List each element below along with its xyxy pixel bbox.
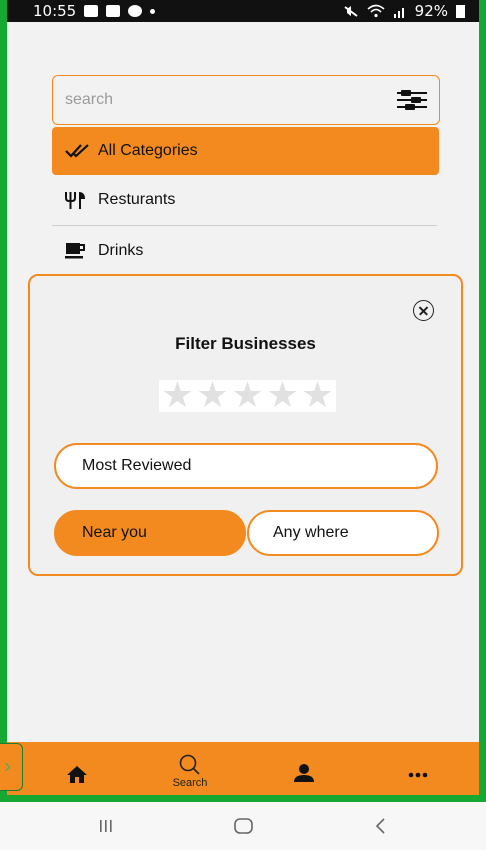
back-icon[interactable] [374, 814, 388, 838]
status-time: 10:55 [33, 2, 77, 20]
bottom-navigation: Search [7, 742, 479, 795]
side-drawer-handle[interactable] [0, 743, 23, 791]
star-rating: ★ ★ ★ ★ ★ [159, 378, 336, 414]
profile-icon [294, 763, 314, 782]
location-option-label: Near you [82, 524, 147, 541]
filter-settings-icon[interactable] [397, 87, 427, 113]
nav-more[interactable] [400, 742, 436, 795]
nav-home[interactable] [59, 742, 95, 795]
wifi-icon [367, 4, 385, 18]
sort-option-label: Most Reviewed [82, 457, 192, 474]
battery-percent: 92% [414, 2, 448, 20]
nav-notification-icon [128, 5, 143, 17]
signal-icon [393, 8, 404, 18]
gallery-notification-icon [84, 5, 99, 17]
near-you-button[interactable]: Near you [54, 510, 246, 556]
battery-icon [456, 4, 465, 18]
category-label: Resturants [98, 191, 176, 208]
star-icon[interactable]: ★ [230, 378, 265, 414]
category-label: Drinks [98, 242, 144, 259]
fork-knife-icon [64, 190, 98, 210]
system-navigation-bar [0, 802, 486, 850]
star-icon[interactable]: ★ [160, 378, 195, 414]
modal-title: Filter Businesses [175, 334, 316, 353]
status-bar: 10:55 92% [7, 0, 479, 22]
category-label: All Categories [98, 142, 198, 159]
recent-apps-icon[interactable] [99, 814, 113, 838]
nav-label: Search [172, 777, 208, 789]
home-icon [67, 765, 87, 783]
close-icon[interactable] [413, 300, 434, 321]
home-button-icon[interactable] [233, 814, 255, 838]
star-icon[interactable]: ★ [195, 378, 230, 414]
nav-profile[interactable] [286, 742, 322, 795]
mute-icon [344, 6, 358, 17]
category-divider [52, 225, 437, 226]
filter-modal: Filter Businesses ★ ★ ★ ★ ★ Most Reviewe… [28, 274, 463, 576]
star-icon[interactable]: ★ [300, 378, 335, 414]
category-all[interactable]: All Categories [52, 127, 439, 175]
category-drinks[interactable]: Drinks [52, 227, 439, 275]
coffee-cup-icon [64, 241, 98, 261]
double-check-icon [64, 143, 98, 159]
nav-search[interactable]: Search [165, 742, 215, 795]
any-where-button[interactable]: Any where [247, 510, 439, 556]
search-icon [179, 754, 200, 775]
notification-dot-icon [150, 8, 156, 14]
star-icon[interactable]: ★ [265, 378, 300, 414]
search-bar [52, 75, 440, 125]
more-icon [408, 772, 428, 777]
location-option-label: Any where [273, 524, 349, 541]
category-restaurants[interactable]: Resturants [52, 176, 439, 224]
search-input[interactable] [65, 91, 397, 109]
sort-most-reviewed-button[interactable]: Most Reviewed [54, 443, 438, 489]
app-notification-icon [106, 5, 121, 17]
